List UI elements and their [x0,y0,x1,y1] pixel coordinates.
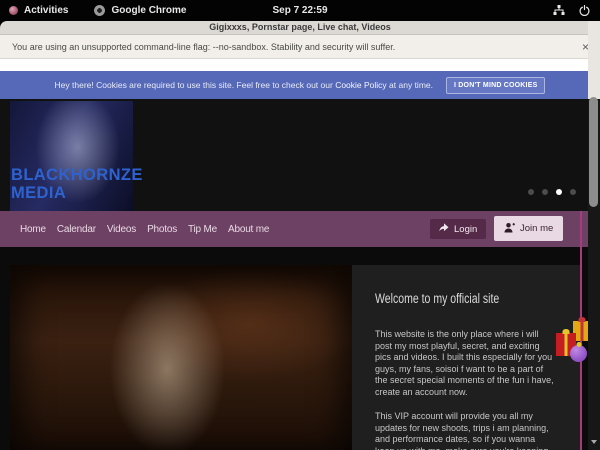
login-arrow-icon [439,223,449,235]
logo-line-2: MEDIA [11,184,143,202]
login-label: Login [454,224,477,235]
system-tray [553,0,590,21]
nav-item-home[interactable]: Home [20,224,46,235]
login-button[interactable]: Login [430,219,486,239]
cookie-accept-button[interactable]: I DON'T MIND COOKIES [446,77,545,94]
site-nav: Home Calendar Videos Photos Tip Me About… [0,211,600,247]
page-top-gap [0,59,600,71]
site-logo-link[interactable]: BLACKHORNZE MEDIA [11,166,143,202]
cookie-policy-link[interactable]: Cookie Policy [335,80,387,90]
content-panel: Welcome to my official site This website… [352,265,580,450]
nav-item-photos[interactable]: Photos [147,224,177,235]
cookie-message: Hey there! Cookies are required to use t… [55,80,433,90]
carousel-dot[interactable] [556,189,562,195]
screen: Activities Google Chrome Sep 7 22:59 [0,0,600,450]
nav-item-calendar[interactable]: Calendar [57,224,96,235]
site-header: BLACKHORNZE MEDIA [0,99,600,211]
person-add-icon [504,222,515,236]
logo-line-1: BLACKHORNZE [11,166,143,184]
carousel-dot[interactable] [542,189,548,195]
scroll-down-arrow-icon[interactable] [591,440,597,444]
scrollbar-thumb[interactable] [589,97,598,207]
network-icon[interactable] [553,5,565,16]
join-label: Join me [520,223,553,234]
infobar-message: You are using an unsupported command-lin… [12,42,395,52]
carousel-dots [528,189,576,195]
welcome-heading: Welcome to my official site [375,291,535,306]
activities-button[interactable]: Activities [9,5,68,16]
join-me-button[interactable]: Join me [494,216,563,241]
hero-photo [10,265,352,450]
tab-title: Gigixxxs, Pornstar page, Live chat, Vide… [0,22,600,32]
scrollbar [588,21,600,450]
carousel-dot[interactable] [570,189,576,195]
browser-infobar: You are using an unsupported command-lin… [0,35,600,59]
nav-item-about-me[interactable]: About me [228,224,269,235]
system-bar: Activities Google Chrome Sep 7 22:59 [0,0,600,21]
record-dot-icon [9,6,18,15]
app-menu-button[interactable]: Google Chrome [94,5,186,16]
intro-paragraph: This website is the only place where i w… [375,329,557,398]
site-main: Welcome to my official site This website… [0,247,600,450]
activities-label: Activities [24,5,68,16]
cookie-message-before: Hey there! Cookies are required to use t… [55,80,336,90]
nav-item-tip-me[interactable]: Tip Me [188,224,217,235]
cookie-message-after: at any time. [387,80,433,90]
scrollbar-track[interactable] [588,21,600,99]
site-page: BLACKHORNZE MEDIA Home Calendar Videos P… [0,99,600,450]
nav-list: Home Calendar Videos Photos Tip Me About… [20,211,269,247]
browser-tab-strip: Gigixxxs, Pornstar page, Live chat, Vide… [0,21,600,35]
nav-item-videos[interactable]: Videos [107,224,136,235]
vip-paragraph: This VIP account will provide you all my… [375,411,557,450]
power-icon[interactable] [579,5,590,16]
clock[interactable]: Sep 7 22:59 [272,5,327,16]
carousel-dot[interactable] [528,189,534,195]
app-menu-label: Google Chrome [111,5,186,16]
chrome-icon [94,5,105,16]
cookie-banner: Hey there! Cookies are required to use t… [0,71,600,99]
gift-icon [570,345,587,362]
